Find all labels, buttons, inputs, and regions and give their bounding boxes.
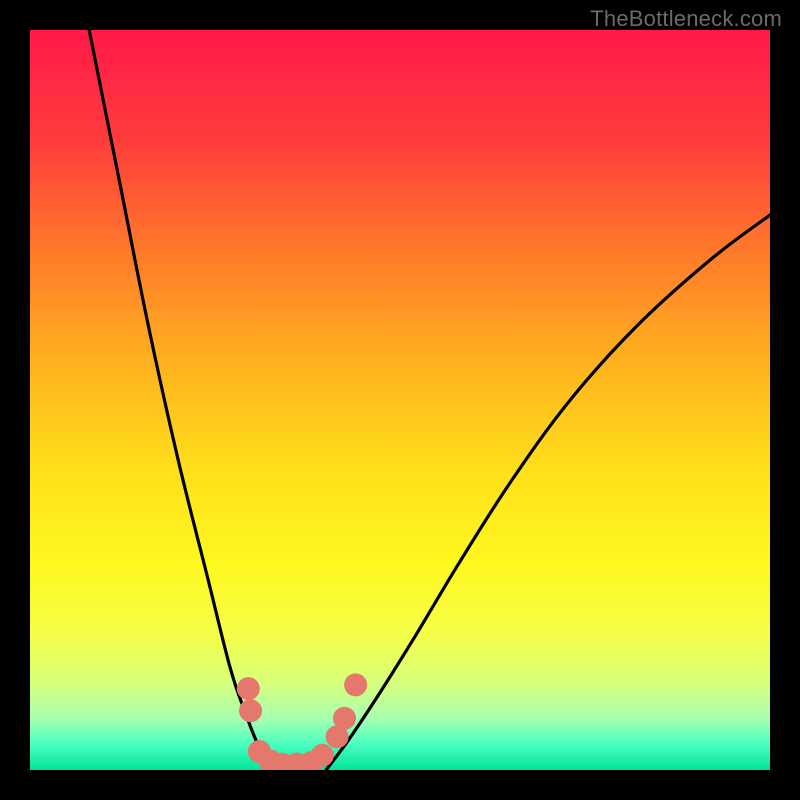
watermark-text: TheBottleneck.com — [590, 6, 782, 32]
plot-area — [30, 30, 770, 770]
curve-layer — [30, 30, 770, 770]
chart-frame: TheBottleneck.com — [0, 0, 800, 800]
right-curve — [326, 215, 770, 770]
marker-dot — [311, 744, 334, 767]
marker-dot — [344, 673, 367, 696]
marker-dot — [237, 677, 260, 700]
left-curve — [89, 30, 274, 770]
marker-dots — [237, 673, 367, 770]
marker-dot — [333, 707, 356, 730]
marker-dot — [239, 699, 262, 722]
